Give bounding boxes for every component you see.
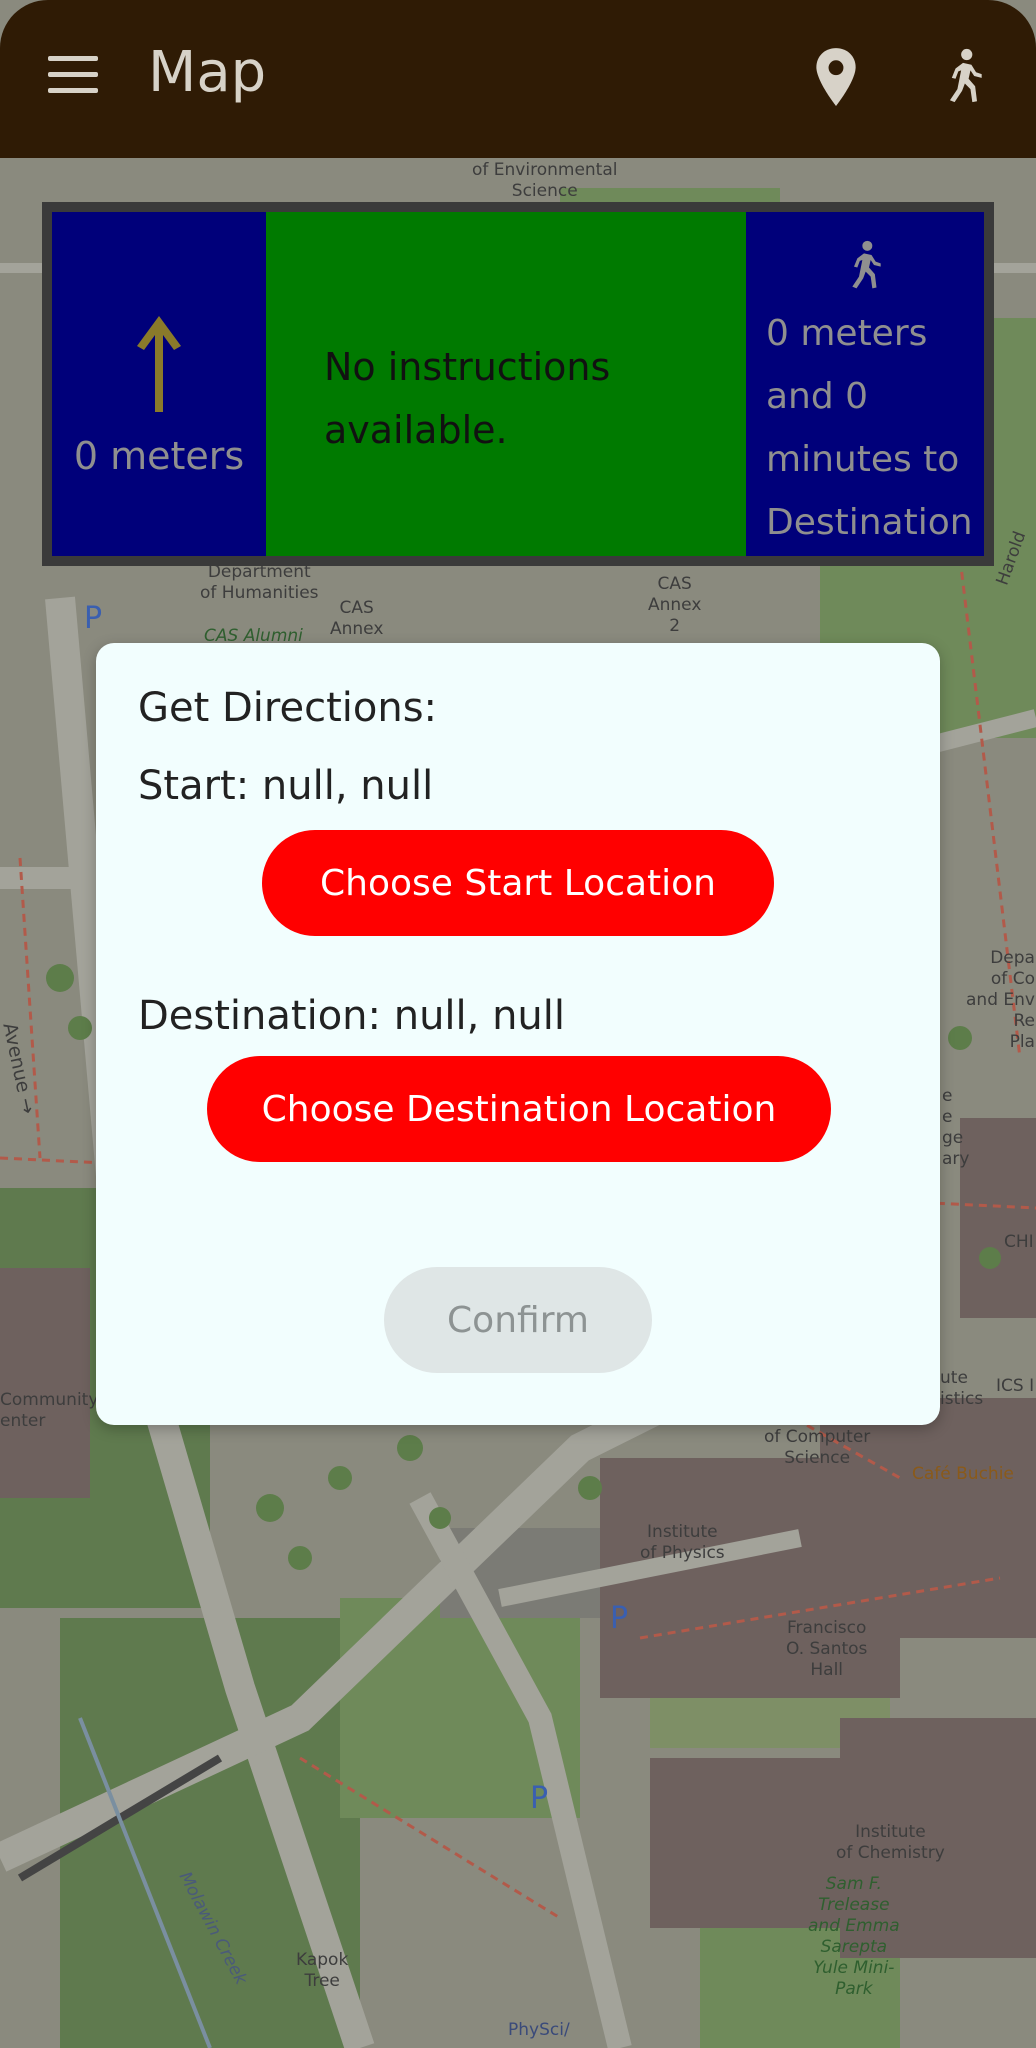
hamburger-menu-icon[interactable] <box>48 56 100 94</box>
distance-text: 0 meters <box>73 434 245 478</box>
parking-icon: P <box>610 1601 629 1636</box>
map-label-cas-annex: CAS Annex <box>330 598 384 639</box>
eta-panel: 0 meters and 0 minutes to Destination <box>746 212 984 556</box>
instruction-text: No instructions available. <box>324 345 611 452</box>
choose-start-location-button[interactable]: Choose Start Location <box>262 830 774 936</box>
map-label-trelease-park: Sam F. Trelease and Emma Sarepta Yule Mi… <box>808 1874 900 1999</box>
map-label-ics: ICS I <box>996 1376 1035 1396</box>
eta-text: 0 meters and 0 minutes to Destination <box>766 313 973 543</box>
map-label-cas-annex-2: CAS Annex 2 <box>648 574 702 636</box>
page-title: Map <box>148 40 267 105</box>
map-label-env-science: of Environmental Science <box>472 160 618 201</box>
map-label-physci: PhySci/ <box>508 2020 570 2040</box>
destination-location-text: Destination: null, null <box>138 993 566 1039</box>
parking-icon: P <box>530 1781 549 1816</box>
walking-person-icon <box>852 240 881 289</box>
map-label-community-center: Community enter <box>0 1390 99 1431</box>
instruction-panel: No instructions available. <box>266 212 746 556</box>
map-label-chi: CHI <box>1004 1232 1034 1252</box>
map-label-statistics: ute istics <box>940 1368 984 1409</box>
dialog-title: Get Directions: <box>138 685 438 731</box>
parking-icon: P <box>84 601 103 636</box>
choose-destination-location-button[interactable]: Choose Destination Location <box>207 1056 831 1162</box>
map-label-humanities: Department of Humanities <box>200 562 319 603</box>
location-pin-icon[interactable] <box>810 46 862 108</box>
get-directions-dialog: Get Directions: Start: null, null Choose… <box>96 643 940 1425</box>
map-label-library: e e ge ary <box>942 1086 970 1169</box>
map-label-kapok-tree: Kapok Tree <box>296 1950 349 1991</box>
map-label-department: Depa of Co and Env Re Pla <box>966 948 1035 1052</box>
confirm-button[interactable]: Confirm <box>384 1267 652 1373</box>
distance-panel: 0 meters <box>52 212 266 556</box>
map-label-cafe: Café Buchie <box>912 1464 1014 1484</box>
walking-person-icon[interactable] <box>940 48 986 104</box>
start-location-text: Start: null, null <box>138 763 434 809</box>
app-bar: Map <box>0 0 1036 158</box>
map-label-chemistry: Institute of Chemistry <box>836 1822 945 1863</box>
map-label-santos-hall: Francisco O. Santos Hall <box>786 1618 868 1680</box>
map-label-physics: Institute of Physics <box>640 1522 725 1563</box>
navigation-panel: 0 meters No instructions available. 0 me… <box>42 202 994 566</box>
arrow-up-icon <box>137 316 181 412</box>
